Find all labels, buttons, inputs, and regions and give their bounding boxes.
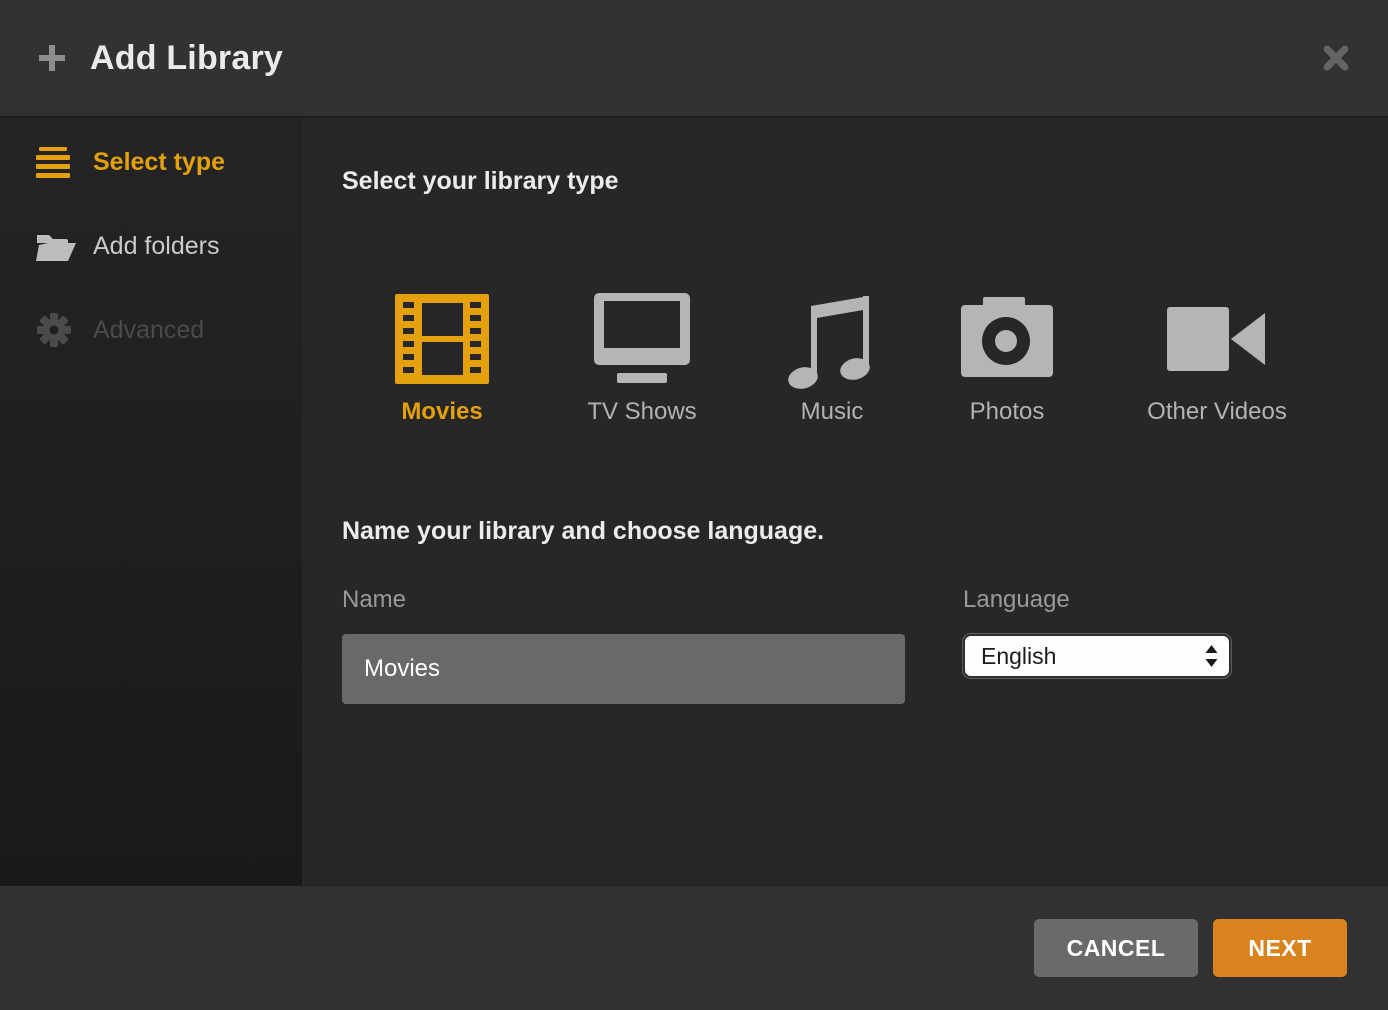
library-type-label: Photos [970,398,1045,426]
name-language-heading: Name your library and choose language. [342,516,1388,546]
dialog-title: Add Library [90,39,283,78]
next-button[interactable]: NEXT [1213,919,1347,977]
sidebar-item-select-type[interactable]: Select type [0,120,302,204]
library-type-picker: Movies TV Shows [342,288,1388,426]
library-name-input[interactable] [342,634,905,704]
step-content: Select your library type [302,118,1388,886]
filmstrip-icon [395,288,489,390]
dialog-body: Select type Add folders [0,118,1388,886]
add-library-dialog: Add Library Select type [0,0,1388,1010]
library-type-label: Other Videos [1147,398,1287,426]
tv-icon [594,288,690,390]
sidebar-item-label: Advanced [93,316,204,345]
language-field-label: Language [963,586,1231,614]
library-type-label: Movies [401,398,482,426]
language-field-group: Language English [963,586,1231,704]
library-type-label: Music [801,398,864,426]
video-camera-icon [1167,288,1267,390]
wizard-steps-sidebar: Select type Add folders [0,118,302,886]
language-select[interactable]: English [963,634,1231,678]
music-notes-icon [786,288,878,390]
list-lines-icon [36,147,76,178]
camera-icon [961,288,1053,390]
library-type-movies[interactable]: Movies [372,288,512,426]
sidebar-item-label: Add folders [93,232,219,261]
library-type-label: TV Shows [587,398,696,426]
library-type-music[interactable]: Music [772,288,892,426]
library-type-photos[interactable]: Photos [947,288,1067,426]
sidebar-item-add-folders[interactable]: Add folders [0,204,302,288]
close-icon[interactable] [1322,44,1350,72]
open-folder-icon [36,231,76,262]
name-language-form: Name Language English [342,586,1388,704]
language-selected-value: English [981,643,1056,670]
library-type-tv-shows[interactable]: TV Shows [567,288,717,426]
name-field-group: Name [342,586,905,704]
cancel-button[interactable]: CANCEL [1034,919,1198,977]
dialog-header: Add Library [0,0,1388,118]
library-type-heading: Select your library type [342,166,1388,196]
sidebar-item-label: Select type [93,148,225,177]
gear-icon [36,312,76,348]
name-field-label: Name [342,586,905,614]
select-arrows-icon [1204,644,1219,668]
plus-icon [36,42,68,74]
library-type-other-videos[interactable]: Other Videos [1122,288,1312,426]
dialog-footer: CANCEL NEXT [0,886,1388,1010]
sidebar-item-advanced[interactable]: Advanced [0,288,302,372]
